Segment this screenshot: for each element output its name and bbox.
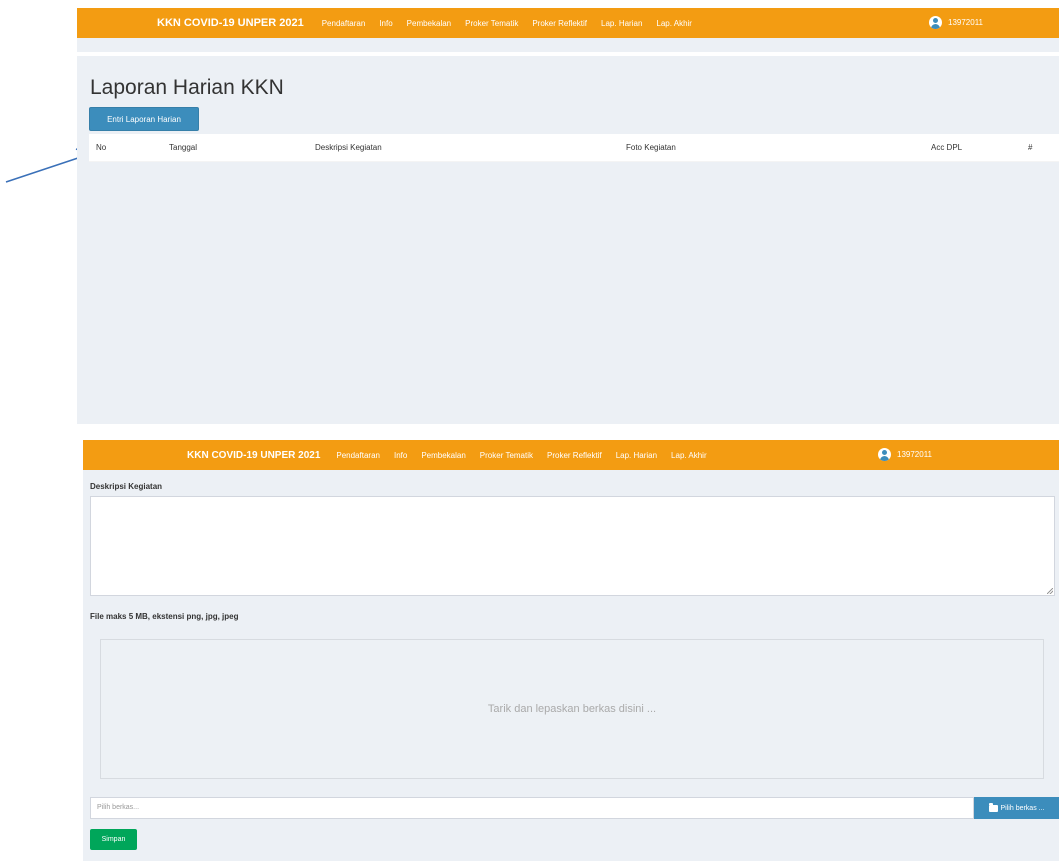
file-name-input[interactable]: Pilih berkas... — [90, 797, 974, 819]
nav-item-info[interactable]: Info — [379, 19, 392, 28]
description-label: Deskripsi Kegiatan — [90, 482, 163, 491]
nav-item-info[interactable]: Info — [394, 451, 407, 460]
user-id: 13972011 — [897, 450, 932, 459]
top-navbar: KKN COVID-19 UNPER 2021 Pendaftaran Info… — [77, 8, 1059, 38]
nav-item-pembekalan[interactable]: Pembekalan — [421, 451, 465, 460]
user-avatar-icon — [878, 448, 891, 461]
page-title: Laporan Harian KKN — [90, 76, 284, 99]
nav-item-lap-harian[interactable]: Lap. Harian — [616, 451, 657, 460]
user-menu[interactable]: 13972011 — [878, 448, 932, 461]
nav-item-proker-tematik[interactable]: Proker Tematik — [465, 19, 518, 28]
nav-item-lap-akhir[interactable]: Lap. Akhir — [656, 19, 692, 28]
browse-file-button[interactable]: Pilih berkas ... — [974, 797, 1059, 819]
nav-item-pembekalan[interactable]: Pembekalan — [407, 19, 451, 28]
dropzone-text: Tarik dan lepaskan berkas disini ... — [487, 703, 657, 715]
add-daily-report-button[interactable]: Entri Laporan Harian — [89, 107, 199, 131]
daily-report-form-screen: KKN COVID-19 UNPER 2021 Pendaftaran Info… — [83, 440, 1059, 861]
nav-item-pendaftaran[interactable]: Pendaftaran — [322, 19, 366, 28]
top-navbar: KKN COVID-19 UNPER 2021 Pendaftaran Info… — [83, 440, 1059, 470]
nav-item-lap-harian[interactable]: Lap. Harian — [601, 19, 642, 28]
header-divider — [77, 52, 1059, 56]
folder-icon — [988, 802, 998, 812]
user-avatar-icon — [929, 16, 942, 29]
navbar-brand[interactable]: KKN COVID-19 UNPER 2021 — [187, 450, 320, 461]
column-header-acc-dpl: Acc DPL — [931, 143, 963, 152]
nav-item-pendaftaran[interactable]: Pendaftaran — [336, 451, 380, 460]
table-header: No Tanggal Deskripsi Kegiatan Foto Kegia… — [89, 134, 1059, 162]
daily-report-list-screen: KKN COVID-19 UNPER 2021 Pendaftaran Info… — [77, 8, 1059, 424]
save-button[interactable]: Simpan — [90, 829, 137, 850]
file-dropzone[interactable]: Tarik dan lepaskan berkas disini ... — [100, 639, 1044, 779]
description-textarea[interactable] — [90, 496, 1055, 596]
user-id: 13972011 — [948, 18, 983, 27]
resize-handle-icon[interactable] — [1047, 588, 1053, 594]
column-header-tanggal: Tanggal — [169, 143, 198, 152]
column-header-deskripsi: Deskripsi Kegiatan — [315, 143, 382, 152]
file-requirements-label: File maks 5 MB, ekstensi png, jpg, jpeg — [90, 612, 239, 621]
nav-item-proker-reflektif[interactable]: Proker Reflektif — [532, 19, 587, 28]
column-header-no: No — [96, 143, 107, 152]
browse-file-label: Pilih berkas ... — [1000, 804, 1045, 812]
nav-item-proker-tematik[interactable]: Proker Tematik — [480, 451, 533, 460]
navbar-brand[interactable]: KKN COVID-19 UNPER 2021 — [157, 17, 304, 29]
nav-item-lap-akhir[interactable]: Lap. Akhir — [671, 451, 707, 460]
column-header-actions: # — [1028, 143, 1033, 152]
user-menu[interactable]: 13972011 — [929, 16, 983, 29]
nav-item-proker-reflektif[interactable]: Proker Reflektif — [547, 451, 602, 460]
column-header-foto: Foto Kegiatan — [626, 143, 676, 152]
